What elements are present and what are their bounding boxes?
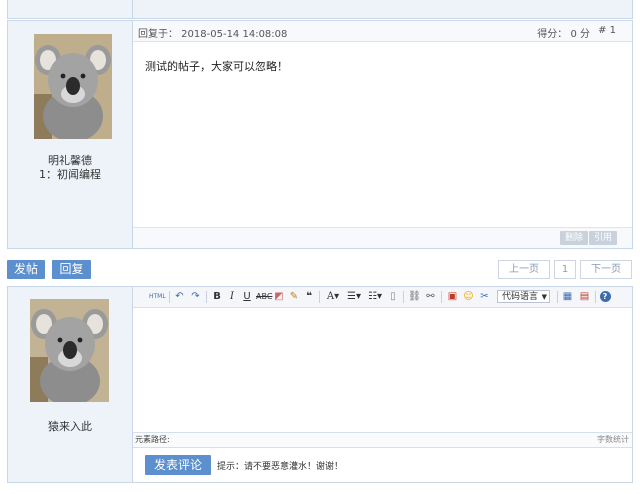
editor-toolbar: HTML ↶ ↷ B I U ABC ◩ ✎ ❝ A▾ ☰▾ ☷▾ ▯ ⛓ ⚯ … xyxy=(133,287,632,308)
bold-icon[interactable]: B xyxy=(211,290,223,304)
redo-icon[interactable]: ↷ xyxy=(189,290,202,304)
avatar[interactable] xyxy=(34,34,112,139)
delete-button[interactable]: 删除 xyxy=(559,231,588,245)
toolbar-divider xyxy=(595,291,596,303)
unordered-list-icon[interactable]: ☷▾ xyxy=(366,290,384,304)
next-page-button[interactable]: 下一页 xyxy=(580,260,632,279)
ordered-list-icon[interactable]: ☰▾ xyxy=(345,290,363,304)
toolbar-divider xyxy=(403,291,404,303)
post-header: 回复于： 2018-05-14 14:08:08 得分： 0 分 # 1 xyxy=(133,21,632,42)
previous-post-strip xyxy=(7,0,633,19)
prev-page-button[interactable]: 上一页 xyxy=(498,260,550,279)
image-icon[interactable]: ▣ xyxy=(446,290,459,304)
undo-icon[interactable]: ↶ xyxy=(173,290,186,304)
post-author-panel: 明礼馨德 1：初闻编程 xyxy=(8,21,133,248)
score-label: 得分： 0 分 xyxy=(537,29,590,40)
eraser-icon[interactable]: ◩ xyxy=(273,290,285,304)
floor-number[interactable]: # 1 xyxy=(598,25,616,36)
editor-text-area[interactable] xyxy=(133,308,632,431)
chevron-down-icon: ▼ xyxy=(541,293,547,301)
emoticon-icon[interactable]: ☺ xyxy=(462,290,475,304)
toolbar-divider xyxy=(319,291,320,303)
element-path-bar: 元素路径: 字数统计 xyxy=(133,432,632,448)
new-post-button[interactable]: 发帖 xyxy=(7,260,45,279)
toolbar-divider xyxy=(169,291,170,303)
table-icon[interactable]: ▦ xyxy=(561,290,574,304)
toolbar-divider xyxy=(557,291,558,303)
help-icon[interactable]: ? xyxy=(599,290,611,304)
koala-avatar-image xyxy=(34,34,112,139)
element-path-label: 元素路径: xyxy=(135,435,170,444)
page-icon[interactable]: ▯ xyxy=(387,290,399,304)
code-language-select[interactable]: 代码语言 ▼ xyxy=(497,290,550,303)
post-content: 测试的帖子，大家可以忽略！ xyxy=(145,60,288,73)
word-count-label: 字数统计 xyxy=(597,435,629,444)
calendar-icon[interactable]: ▤ xyxy=(578,290,591,304)
koala-avatar-image xyxy=(30,299,109,402)
code-language-label: 代码语言 xyxy=(502,292,539,302)
font-color-icon[interactable]: A▾ xyxy=(324,290,342,304)
unlink-icon[interactable]: ⚯ xyxy=(424,290,437,304)
reply-editor: 猿来入此 HTML ↶ ↷ B I U ABC ◩ ✎ ❝ A▾ ☰▾ ☷▾ ▯… xyxy=(7,286,633,483)
posting-hint: 提示：请不要恶意灌水！谢谢！ xyxy=(217,462,344,472)
reply-time: 回复于： 2018-05-14 14:08:08 xyxy=(138,29,288,40)
reply-post: 明礼馨德 1：初闻编程 回复于： 2018-05-14 14:08:08 得分：… xyxy=(7,20,633,249)
link-icon[interactable]: ⛓ xyxy=(408,290,421,304)
html-icon[interactable]: HTML xyxy=(149,290,166,304)
author-level: 1：初闻编程 xyxy=(39,168,101,181)
strikethrough-icon[interactable]: ABC xyxy=(256,290,272,304)
toolbar-divider xyxy=(441,291,442,303)
strip-divider xyxy=(132,0,133,18)
underline-icon[interactable]: U xyxy=(241,290,253,304)
editor-author-panel: 猿来入此 xyxy=(8,287,133,482)
attachment-icon[interactable]: ✂ xyxy=(478,290,491,304)
toolbar-divider xyxy=(206,291,207,303)
format-brush-icon[interactable]: ✎ xyxy=(288,290,300,304)
quote-button[interactable]: 引用 xyxy=(588,231,617,245)
italic-icon[interactable]: I xyxy=(226,290,238,304)
quote-icon[interactable]: ❝ xyxy=(303,290,315,304)
current-user-name[interactable]: 猿来入此 xyxy=(8,418,132,434)
post-footer: 删除 引用 xyxy=(133,227,632,248)
reply-button[interactable]: 回复 xyxy=(52,260,91,279)
avatar[interactable] xyxy=(30,299,109,402)
current-page[interactable]: 1 xyxy=(554,260,576,279)
submit-comment-button[interactable]: 发表评论 xyxy=(145,455,211,475)
